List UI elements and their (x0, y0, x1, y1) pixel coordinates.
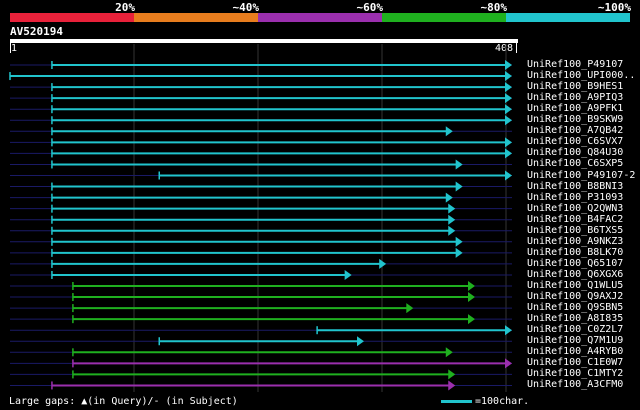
hit-end-arrow (445, 192, 453, 203)
hit-row[interactable] (10, 159, 512, 170)
hit-label[interactable]: UniRef100_A7QB42 (527, 125, 623, 136)
hit-end-arrow (448, 214, 456, 225)
hit-row[interactable] (10, 325, 512, 336)
hit-label[interactable]: UniRef100_Q6XGX6 (527, 269, 623, 280)
hit-row[interactable] (10, 281, 512, 291)
hit-row[interactable] (10, 104, 512, 115)
hit-label[interactable]: UniRef100_A9NKZ3 (527, 236, 623, 247)
hit-row[interactable] (10, 347, 512, 358)
hit-row[interactable] (10, 358, 512, 369)
hit-end-arrow (505, 82, 512, 93)
hit-end-arrow (445, 126, 453, 137)
scale-label: =100char. (475, 396, 530, 407)
hit-row[interactable] (10, 303, 512, 314)
hit-end-arrow (455, 181, 463, 192)
hit-row[interactable] (10, 115, 512, 126)
hit-end-arrow (448, 369, 456, 380)
hit-label[interactable]: UniRef100_P49107 (527, 59, 623, 70)
hit-end-arrow (467, 292, 475, 303)
hit-label[interactable]: UniRef100_Q84U30 (527, 147, 623, 158)
hit-row[interactable] (10, 192, 512, 203)
hit-label[interactable]: UniRef100_C6SVX7 (527, 136, 623, 147)
hit-end-arrow (448, 203, 456, 214)
hit-label[interactable]: UniRef100_Q9SBN5 (527, 302, 623, 313)
scale-legend: =100char. (441, 396, 529, 407)
hit-row[interactable] (10, 93, 512, 104)
hit-label[interactable]: UniRef100_Q9AXJ2 (527, 291, 623, 302)
hit-end-arrow (455, 236, 463, 247)
hit-label[interactable]: UniRef100_A9PIQ3 (527, 92, 623, 103)
hit-end-arrow (505, 115, 512, 126)
hit-label[interactable]: UniRef100_B6TXS5 (527, 225, 623, 236)
blast-overview: 20% ~40% ~60% ~80% ~100% AV520194 1 408 … (0, 0, 640, 410)
hit-label[interactable]: UniRef100_C1MTY2 (527, 368, 623, 379)
hit-end-arrow (467, 314, 475, 325)
hit-row[interactable] (10, 181, 512, 192)
hit-row[interactable] (10, 336, 512, 347)
hit-row[interactable] (10, 214, 512, 225)
hit-label[interactable]: UniRef100_Q65107 (527, 258, 623, 269)
hit-label[interactable]: UniRef100_Q1WLU5 (527, 280, 623, 291)
hit-row[interactable] (10, 203, 512, 214)
hit-end-arrow (344, 269, 352, 280)
hit-label[interactable]: UniRef100_UPI000.. (527, 70, 635, 81)
hit-end-arrow (505, 104, 512, 115)
hit-row[interactable] (10, 137, 512, 148)
hit-row[interactable] (10, 82, 512, 93)
hit-row[interactable] (9, 71, 512, 82)
hit-row[interactable] (10, 314, 512, 325)
hit-end-arrow (455, 247, 463, 258)
hit-end-arrow (505, 148, 512, 159)
hit-label[interactable]: UniRef100_B9HES1 (527, 81, 623, 92)
hit-label[interactable]: UniRef100_P31093 (527, 192, 623, 203)
scale-bar (441, 400, 472, 403)
hit-label[interactable]: UniRef100_Q2QWN3 (527, 203, 623, 214)
hit-label[interactable]: UniRef100_P49107-2 (527, 170, 635, 181)
hit-row[interactable] (10, 60, 512, 70)
hit-end-arrow (379, 258, 387, 269)
hit-end-arrow (467, 281, 475, 291)
hit-end-arrow (505, 137, 512, 148)
hit-label[interactable]: UniRef100_B9SKW9 (527, 114, 623, 125)
hit-label[interactable]: UniRef100_A4RYB0 (527, 346, 623, 357)
hit-label[interactable]: UniRef100_A3CFM0 (527, 379, 623, 390)
hit-row[interactable] (10, 258, 512, 269)
hit-end-arrow (505, 170, 512, 181)
hit-row[interactable] (10, 236, 512, 247)
hit-end-arrow (505, 325, 512, 336)
large-gaps-note: Large gaps: ▲(in Query)/- (in Subject) (9, 396, 238, 407)
hit-row[interactable] (10, 369, 512, 380)
hit-label[interactable]: UniRef100_B8BNI3 (527, 181, 623, 192)
hit-end-arrow (505, 71, 512, 82)
hit-end-arrow (406, 303, 414, 314)
hit-row[interactable] (10, 247, 512, 258)
hit-row[interactable] (10, 126, 512, 137)
hit-row[interactable] (10, 292, 512, 303)
hit-row[interactable] (10, 170, 512, 181)
hit-row[interactable] (10, 380, 512, 391)
hit-label[interactable]: UniRef100_C0Z2L7 (527, 324, 623, 335)
hit-end-arrow (448, 225, 456, 236)
hit-label[interactable]: UniRef100_C1E0W7 (527, 357, 623, 368)
hit-label[interactable]: UniRef100_B8LK70 (527, 247, 623, 258)
hit-end-arrow (505, 93, 512, 104)
hit-row[interactable] (10, 269, 512, 280)
hit-end-arrow (448, 380, 456, 391)
hit-label[interactable]: UniRef100_A8I835 (527, 313, 623, 324)
hit-row[interactable] (10, 225, 512, 236)
hit-label[interactable]: UniRef100_Q7M1U9 (527, 335, 623, 346)
hit-label[interactable]: UniRef100_B4FAC2 (527, 214, 623, 225)
hit-label[interactable]: UniRef100_A9PFK1 (527, 103, 623, 114)
hit-end-arrow (445, 347, 453, 358)
hit-label[interactable]: UniRef100_C6SXP5 (527, 158, 623, 169)
hit-end-arrow (455, 159, 463, 170)
hit-row[interactable] (10, 148, 512, 159)
hit-end-arrow (356, 336, 364, 347)
hit-end-arrow (505, 358, 512, 369)
hit-end-arrow (505, 60, 512, 70)
